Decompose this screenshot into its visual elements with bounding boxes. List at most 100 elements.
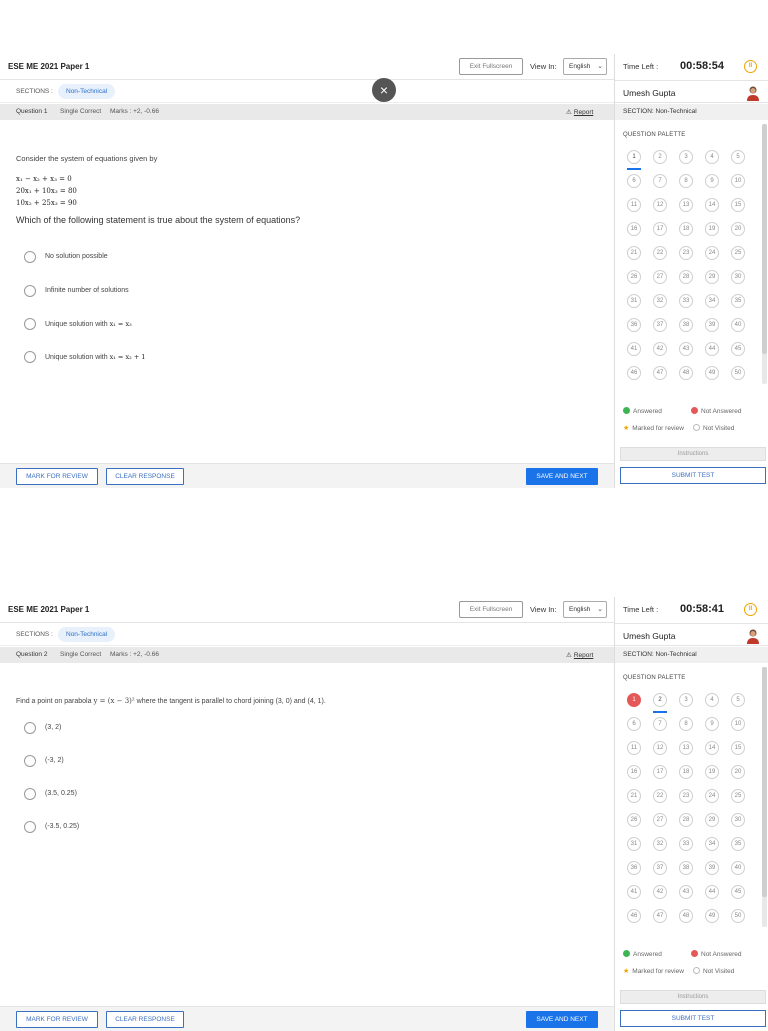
save-and-next-button[interactable]: SAVE AND NEXT <box>526 468 598 485</box>
palette-question-49[interactable]: 49 <box>705 909 719 923</box>
save-and-next-button[interactable]: SAVE AND NEXT <box>526 1011 598 1028</box>
palette-question-37[interactable]: 37 <box>653 318 667 332</box>
palette-question-30[interactable]: 30 <box>731 813 745 827</box>
language-select[interactable]: English ⌄ <box>563 58 607 75</box>
palette-question-24[interactable]: 24 <box>705 246 719 260</box>
palette-question-34[interactable]: 34 <box>705 294 719 308</box>
submit-test-button[interactable]: SUBMIT TEST <box>620 1010 766 1027</box>
palette-question-46[interactable]: 46 <box>627 366 641 380</box>
palette-question-8[interactable]: 8 <box>679 717 693 731</box>
palette-question-15[interactable]: 15 <box>731 741 745 755</box>
scrollbar-thumb[interactable] <box>762 124 767 354</box>
palette-question-27[interactable]: 27 <box>653 270 667 284</box>
scrollbar-thumb[interactable] <box>762 667 767 897</box>
palette-question-35[interactable]: 35 <box>731 837 745 851</box>
report-link[interactable]: ⚠ Report <box>566 651 593 659</box>
palette-question-43[interactable]: 43 <box>679 885 693 899</box>
palette-question-3[interactable]: 3 <box>679 693 693 707</box>
mark-for-review-button[interactable]: MARK FOR REVIEW <box>16 1011 98 1028</box>
radio-button[interactable] <box>24 285 36 297</box>
report-link[interactable]: ⚠ Report <box>566 108 593 116</box>
pause-icon[interactable]: II <box>744 603 757 616</box>
palette-question-17[interactable]: 17 <box>653 222 667 236</box>
section-tab-non-technical[interactable]: Non-Technical <box>58 84 116 99</box>
palette-question-28[interactable]: 28 <box>679 813 693 827</box>
close-icon[interactable]: × <box>372 78 396 102</box>
palette-question-7[interactable]: 7 <box>653 174 667 188</box>
palette-question-17[interactable]: 17 <box>653 765 667 779</box>
palette-question-45[interactable]: 45 <box>731 342 745 356</box>
palette-question-14[interactable]: 14 <box>705 198 719 212</box>
palette-question-44[interactable]: 44 <box>705 885 719 899</box>
palette-question-31[interactable]: 31 <box>627 837 641 851</box>
palette-question-1[interactable]: 1 <box>627 150 641 164</box>
palette-question-10[interactable]: 10 <box>731 717 745 731</box>
palette-question-37[interactable]: 37 <box>653 861 667 875</box>
palette-question-16[interactable]: 16 <box>627 222 641 236</box>
palette-question-28[interactable]: 28 <box>679 270 693 284</box>
palette-question-43[interactable]: 43 <box>679 342 693 356</box>
palette-question-50[interactable]: 50 <box>731 909 745 923</box>
palette-question-32[interactable]: 32 <box>653 294 667 308</box>
palette-question-46[interactable]: 46 <box>627 909 641 923</box>
palette-question-44[interactable]: 44 <box>705 342 719 356</box>
palette-question-11[interactable]: 11 <box>627 198 641 212</box>
palette-question-5[interactable]: 5 <box>731 693 745 707</box>
palette-question-36[interactable]: 36 <box>627 861 641 875</box>
clear-response-button[interactable]: CLEAR RESPONSE <box>106 1011 184 1028</box>
palette-question-12[interactable]: 12 <box>653 741 667 755</box>
exit-fullscreen-button[interactable]: Exit Fullscreen <box>459 58 523 75</box>
palette-question-41[interactable]: 41 <box>627 342 641 356</box>
palette-question-33[interactable]: 33 <box>679 837 693 851</box>
palette-question-38[interactable]: 38 <box>679 861 693 875</box>
palette-question-18[interactable]: 18 <box>679 222 693 236</box>
palette-question-34[interactable]: 34 <box>705 837 719 851</box>
palette-question-3[interactable]: 3 <box>679 150 693 164</box>
palette-question-2[interactable]: 2 <box>653 150 667 164</box>
palette-question-10[interactable]: 10 <box>731 174 745 188</box>
radio-button[interactable] <box>24 318 36 330</box>
palette-scrollbar[interactable] <box>762 667 767 927</box>
palette-question-36[interactable]: 36 <box>627 318 641 332</box>
palette-question-11[interactable]: 11 <box>627 741 641 755</box>
palette-question-21[interactable]: 21 <box>627 246 641 260</box>
palette-question-27[interactable]: 27 <box>653 813 667 827</box>
palette-question-39[interactable]: 39 <box>705 861 719 875</box>
palette-question-30[interactable]: 30 <box>731 270 745 284</box>
palette-question-48[interactable]: 48 <box>679 366 693 380</box>
palette-question-40[interactable]: 40 <box>731 861 745 875</box>
palette-question-35[interactable]: 35 <box>731 294 745 308</box>
palette-question-13[interactable]: 13 <box>679 741 693 755</box>
palette-question-4[interactable]: 4 <box>705 150 719 164</box>
radio-button[interactable] <box>24 351 36 363</box>
palette-question-6[interactable]: 6 <box>627 717 641 731</box>
palette-question-21[interactable]: 21 <box>627 789 641 803</box>
mark-for-review-button[interactable]: MARK FOR REVIEW <box>16 468 98 485</box>
radio-button[interactable] <box>24 821 36 833</box>
palette-question-1[interactable]: 1 <box>627 693 641 707</box>
palette-question-20[interactable]: 20 <box>731 765 745 779</box>
palette-question-9[interactable]: 9 <box>705 717 719 731</box>
palette-question-22[interactable]: 22 <box>653 246 667 260</box>
section-tab-non-technical[interactable]: Non-Technical <box>58 627 116 642</box>
palette-question-4[interactable]: 4 <box>705 693 719 707</box>
radio-button[interactable] <box>24 788 36 800</box>
palette-question-29[interactable]: 29 <box>705 270 719 284</box>
palette-question-19[interactable]: 19 <box>705 765 719 779</box>
palette-question-40[interactable]: 40 <box>731 318 745 332</box>
palette-question-38[interactable]: 38 <box>679 318 693 332</box>
palette-question-31[interactable]: 31 <box>627 294 641 308</box>
palette-question-19[interactable]: 19 <box>705 222 719 236</box>
radio-button[interactable] <box>24 722 36 734</box>
palette-question-7[interactable]: 7 <box>653 717 667 731</box>
palette-question-47[interactable]: 47 <box>653 366 667 380</box>
submit-test-button[interactable]: SUBMIT TEST <box>620 467 766 484</box>
palette-question-47[interactable]: 47 <box>653 909 667 923</box>
palette-question-29[interactable]: 29 <box>705 813 719 827</box>
palette-scrollbar[interactable] <box>762 124 767 384</box>
palette-question-49[interactable]: 49 <box>705 366 719 380</box>
palette-question-32[interactable]: 32 <box>653 837 667 851</box>
palette-question-41[interactable]: 41 <box>627 885 641 899</box>
palette-question-25[interactable]: 25 <box>731 789 745 803</box>
palette-question-50[interactable]: 50 <box>731 366 745 380</box>
